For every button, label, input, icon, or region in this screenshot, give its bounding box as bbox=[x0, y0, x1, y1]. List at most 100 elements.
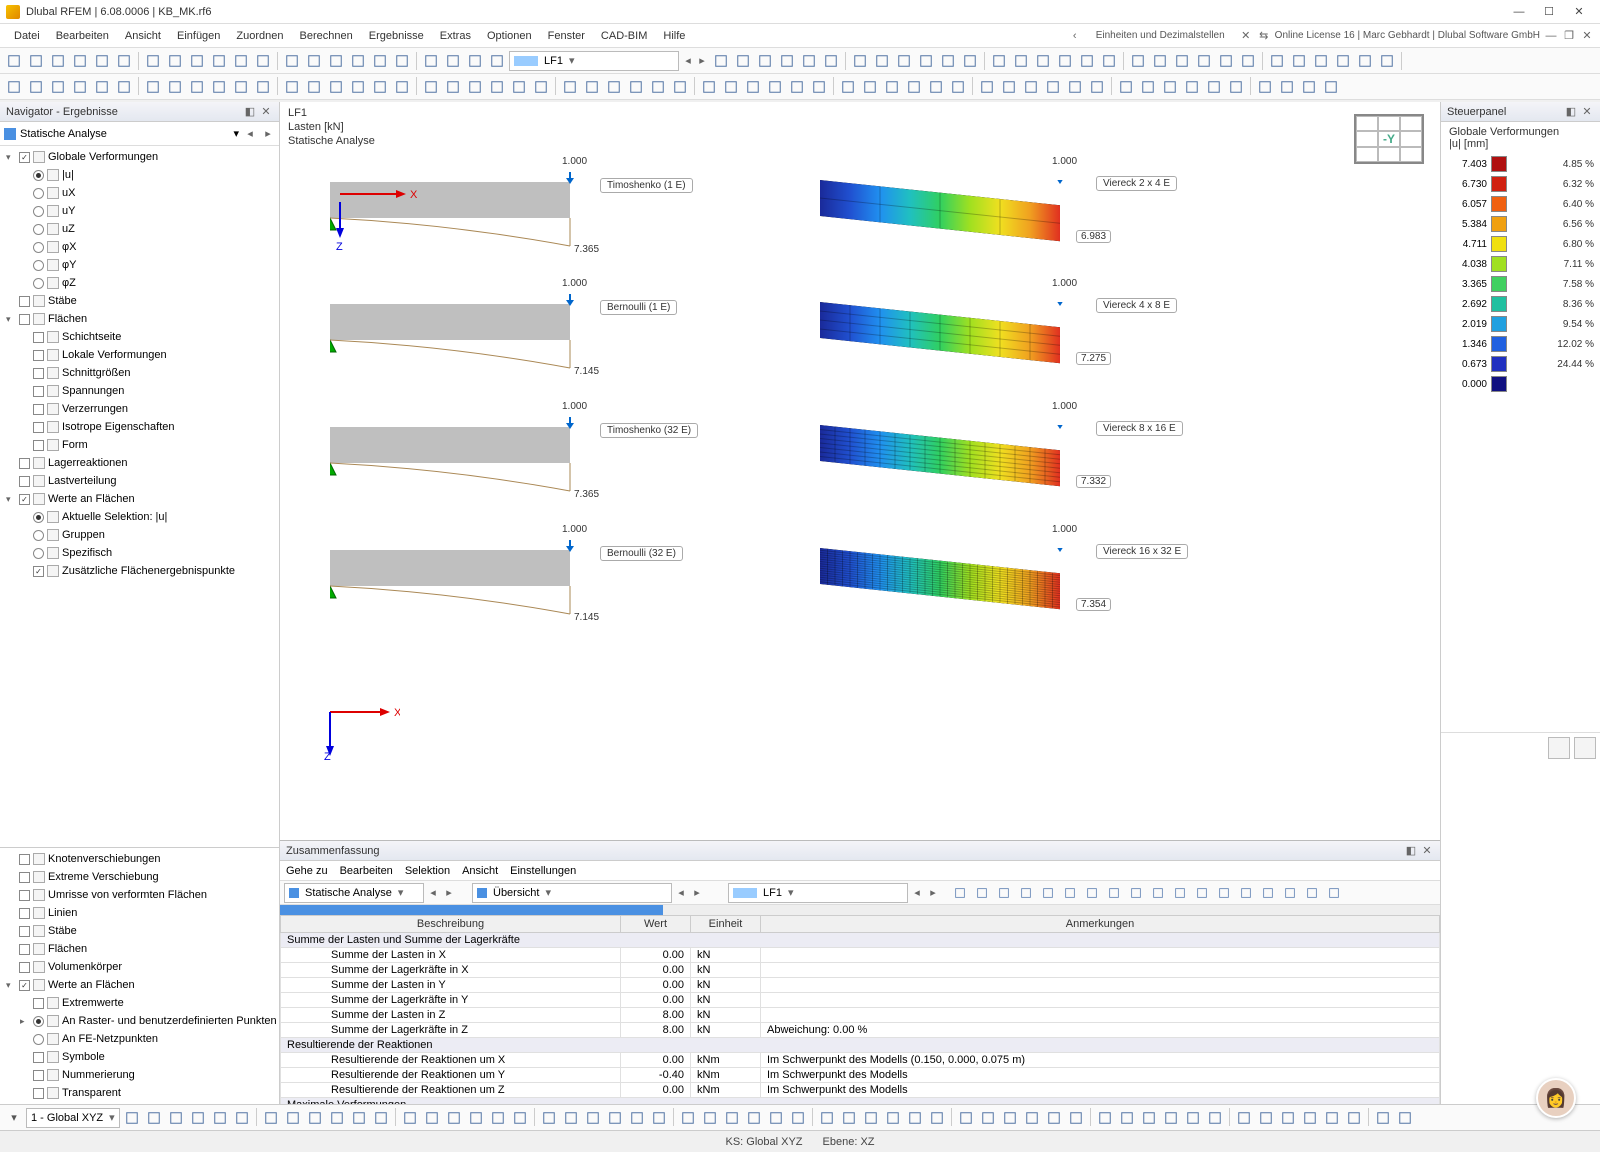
radio-icon[interactable] bbox=[33, 260, 44, 271]
tool-btn[interactable] bbox=[143, 77, 163, 97]
tool-btn[interactable] bbox=[1333, 51, 1353, 71]
tree-item[interactable]: uZ bbox=[2, 220, 277, 238]
tree-item[interactable]: An FE-Netzpunkten bbox=[2, 1030, 277, 1048]
tree-item[interactable]: uX bbox=[2, 184, 277, 202]
tool-btn[interactable] bbox=[744, 1108, 764, 1128]
tool-btn[interactable] bbox=[421, 51, 441, 71]
tool-btn[interactable] bbox=[1267, 51, 1287, 71]
tree-item[interactable]: ▾Flächen bbox=[2, 310, 277, 328]
summary-tool[interactable] bbox=[1148, 883, 1168, 903]
tool-btn[interactable] bbox=[70, 51, 90, 71]
menu-datei[interactable]: Datei bbox=[6, 27, 48, 45]
tool-btn[interactable] bbox=[1139, 1108, 1159, 1128]
tool-btn[interactable] bbox=[777, 51, 797, 71]
tool-btn[interactable] bbox=[114, 51, 134, 71]
tool-btn[interactable] bbox=[487, 51, 507, 71]
next-icon[interactable]: ▸ bbox=[442, 886, 456, 900]
checkbox-icon[interactable] bbox=[19, 908, 30, 919]
checkbox-icon[interactable] bbox=[19, 458, 30, 469]
tool-btn[interactable] bbox=[561, 1108, 581, 1128]
tree-item[interactable]: Aktuelle Selektion: |u| bbox=[2, 508, 277, 526]
tool-btn[interactable] bbox=[1000, 1108, 1020, 1128]
menu-bearbeiten[interactable]: Bearbeiten bbox=[48, 27, 117, 45]
tool-btn[interactable] bbox=[209, 77, 229, 97]
table-row[interactable]: Summe der Lagerkräfte in Z8.00kNAbweichu… bbox=[281, 1023, 1440, 1038]
table-row[interactable]: Summe der Lagerkräfte in X0.00kN bbox=[281, 963, 1440, 978]
nav-prev-icon[interactable]: ◂ bbox=[243, 127, 257, 141]
summary-tool[interactable] bbox=[1038, 883, 1058, 903]
display-tree[interactable]: KnotenverschiebungenExtreme Verschiebung… bbox=[0, 848, 279, 1108]
checkbox-icon[interactable] bbox=[19, 980, 30, 991]
tool-btn[interactable] bbox=[231, 77, 251, 97]
tool-btn[interactable] bbox=[48, 51, 68, 71]
prev-icon[interactable]: ◂ bbox=[910, 886, 924, 900]
tool-btn[interactable] bbox=[894, 51, 914, 71]
tool-btn[interactable] bbox=[26, 51, 46, 71]
table-row[interactable]: Resultierende der Reaktionen um Y-0.40kN… bbox=[281, 1068, 1440, 1083]
tool-btn[interactable] bbox=[989, 51, 1009, 71]
tool-btn[interactable] bbox=[882, 77, 902, 97]
prev-icon[interactable]: ◂ bbox=[426, 886, 440, 900]
tool-btn[interactable] bbox=[1044, 1108, 1064, 1128]
tool-btn[interactable] bbox=[799, 51, 819, 71]
tool-btn[interactable] bbox=[1373, 1108, 1393, 1128]
tool-btn[interactable] bbox=[721, 77, 741, 97]
tool-btn[interactable] bbox=[817, 1108, 837, 1128]
tool-btn[interactable] bbox=[700, 1108, 720, 1128]
tool-btn[interactable] bbox=[1150, 51, 1170, 71]
tool-btn[interactable] bbox=[1183, 1108, 1203, 1128]
tool-btn[interactable] bbox=[1300, 1108, 1320, 1128]
tool-btn[interactable] bbox=[421, 77, 441, 97]
tool-btn[interactable] bbox=[165, 77, 185, 97]
table-header[interactable]: Einheit bbox=[691, 916, 761, 933]
tree-item[interactable]: Schnittgrößen bbox=[2, 364, 277, 382]
checkbox-icon[interactable] bbox=[19, 962, 30, 973]
radio-icon[interactable] bbox=[33, 224, 44, 235]
tool-btn[interactable] bbox=[699, 77, 719, 97]
tool-btn[interactable] bbox=[1321, 77, 1341, 97]
radio-icon[interactable] bbox=[33, 1016, 44, 1027]
tool-btn[interactable] bbox=[48, 77, 68, 97]
sync-icon[interactable]: ⇆ bbox=[1257, 29, 1271, 43]
tool-btn[interactable] bbox=[1182, 77, 1202, 97]
table-row[interactable]: Summe der Lagerkräfte in Y0.00kN bbox=[281, 993, 1440, 1008]
tool-btn[interactable] bbox=[1238, 51, 1258, 71]
summary-tool[interactable] bbox=[994, 883, 1014, 903]
tree-item[interactable]: ▾Werte an Flächen bbox=[2, 490, 277, 508]
tool-btn[interactable] bbox=[649, 1108, 669, 1128]
table-row[interactable]: Summe der Lasten in X0.00kN bbox=[281, 948, 1440, 963]
summary-tool[interactable] bbox=[1214, 883, 1234, 903]
tool-btn[interactable] bbox=[92, 77, 112, 97]
summary-tool[interactable] bbox=[1192, 883, 1212, 903]
tool-btn[interactable] bbox=[1117, 1108, 1137, 1128]
support-avatar[interactable]: 👩 bbox=[1536, 1078, 1576, 1118]
tool-btn[interactable] bbox=[1226, 77, 1246, 97]
tool-btn[interactable] bbox=[1077, 51, 1097, 71]
tool-btn[interactable] bbox=[1022, 1108, 1042, 1128]
summary-tool[interactable] bbox=[1060, 883, 1080, 903]
tool-btn[interactable] bbox=[626, 77, 646, 97]
tool-btn[interactable] bbox=[1043, 77, 1063, 97]
tool-btn[interactable] bbox=[839, 1108, 859, 1128]
tool-btn[interactable] bbox=[1255, 77, 1275, 97]
tool-btn[interactable] bbox=[1377, 51, 1397, 71]
close-button[interactable]: ✕ bbox=[1564, 2, 1594, 22]
tree-item[interactable]: Symbole bbox=[2, 1048, 277, 1066]
snap-icon[interactable]: ▾ bbox=[4, 1108, 24, 1128]
tool-btn[interactable] bbox=[392, 77, 412, 97]
minimize-button[interactable]: — bbox=[1504, 2, 1534, 22]
tool-btn[interactable] bbox=[466, 1108, 486, 1128]
checkbox-icon[interactable] bbox=[19, 152, 30, 163]
tool-btn[interactable] bbox=[114, 77, 134, 97]
tool-btn[interactable] bbox=[1055, 51, 1075, 71]
radio-icon[interactable] bbox=[33, 278, 44, 289]
notice-prev-icon[interactable]: ‹ bbox=[1068, 29, 1082, 43]
tool-btn[interactable] bbox=[1099, 51, 1119, 71]
checkbox-icon[interactable] bbox=[33, 422, 44, 433]
tool-btn[interactable] bbox=[926, 77, 946, 97]
tool-btn[interactable] bbox=[1234, 1108, 1254, 1128]
notice-close-icon[interactable]: ✕ bbox=[1239, 29, 1253, 43]
tool-btn[interactable] bbox=[282, 77, 302, 97]
checkbox-icon[interactable] bbox=[33, 1070, 44, 1081]
tool-btn[interactable] bbox=[978, 1108, 998, 1128]
